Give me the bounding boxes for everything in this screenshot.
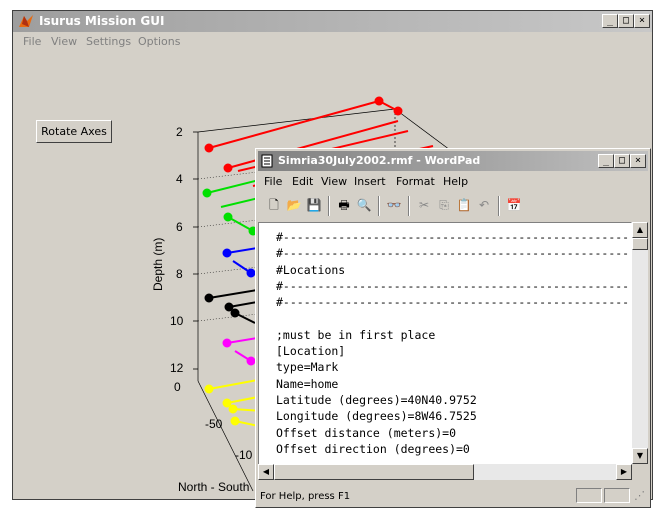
maximize-button[interactable]: □ [618,14,634,28]
wordpad-icon [261,154,274,168]
document-area[interactable]: #---------------------------------------… [258,222,632,480]
text-line: Offset distance (meters)=0 [276,425,457,440]
menu-help[interactable]: Help [443,175,468,188]
status-panel [604,488,630,503]
isurus-titlebar[interactable]: Isurus Mission GUI _ □ × [13,11,652,32]
menu-file[interactable]: File [264,175,282,188]
scroll-thumb[interactable] [632,238,648,250]
document-text[interactable]: #---------------------------------------… [276,229,632,457]
toolbar-separator [378,196,380,216]
depth-tick: 2 [176,125,183,139]
depth-tick: 4 [176,172,183,186]
resize-grip-icon[interactable]: ⋰ [634,489,645,502]
save-icon[interactable]: 💾 [304,196,324,215]
text-line: #---------------------------------------… [276,278,632,293]
open-icon[interactable]: 📂 [284,196,304,215]
minimize-button[interactable]: _ [602,14,618,28]
status-bar: For Help, press F1 ⋰ [258,487,648,505]
text-line: #---------------------------------------… [276,246,632,261]
menu-settings[interactable]: Settings [86,35,131,48]
new-icon[interactable]: 🗋 [264,196,284,215]
wordpad-window: Simria30July2002.rmf - WordPad _ □ × Fil… [255,148,651,508]
depth-tick: 12 [170,361,184,375]
text-line: type=Mark [276,360,339,375]
horizontal-scrollbar[interactable]: ◀ ▶ [258,464,632,480]
ns-axis-label: North - South [178,480,249,494]
ns-tick: 0 [174,380,181,394]
ns-tick: -10 [235,448,253,462]
copy-icon[interactable]: ⎘ [434,196,454,215]
text-line [276,310,631,326]
menu-file[interactable]: File [23,35,41,48]
window-title: Isurus Mission GUI [39,14,165,28]
menu-view[interactable]: View [321,175,347,188]
matlab-icon [18,14,34,28]
paste-icon[interactable]: 📋 [454,196,474,215]
toolbar-separator [498,196,500,216]
maximize-button[interactable]: □ [614,154,630,168]
toolbar-separator [328,196,330,216]
cut-icon[interactable]: ✂ [414,196,434,215]
menu-format[interactable]: Format [396,175,435,188]
close-button[interactable]: × [630,154,646,168]
scroll-thumb[interactable] [274,464,474,480]
find-icon[interactable]: 👓 [384,196,404,215]
status-panel [576,488,602,503]
vertical-scrollbar[interactable]: ▲ ▼ [632,222,648,480]
depth-axis-label: Depth (m) [151,238,165,291]
print-icon[interactable]: 🖶 [334,196,354,215]
text-line: Offset direction (degrees)=0 [276,441,470,456]
text-line: Name=home [276,376,339,391]
minimize-button[interactable]: _ [598,154,614,168]
menu-insert[interactable]: Insert [354,175,386,188]
wordpad-menubar: File Edit View Insert Format Help [258,173,648,190]
text-line: #Locations [276,262,346,277]
text-line: #---------------------------------------… [276,230,632,244]
text-line: [Location] [276,344,346,359]
menu-options[interactable]: Options [138,35,180,48]
menubar: File View Settings Options [13,32,652,51]
wordpad-titlebar[interactable]: Simria30July2002.rmf - WordPad _ □ × [258,151,648,171]
menu-edit[interactable]: Edit [292,175,313,188]
text-line: ;must be in first place [276,327,436,342]
scroll-down-icon[interactable]: ▼ [632,448,648,464]
wordpad-title: Simria30July2002.rmf - WordPad [278,154,481,167]
ns-tick: -50 [205,417,223,431]
menu-view[interactable]: View [51,35,77,48]
wordpad-toolbar: 🗋 📂 💾 🖶 🔍 👓 ✂ ⎘ 📋 ↶ 📅 [258,192,648,219]
scroll-up-icon[interactable]: ▲ [632,222,648,238]
scroll-right-icon[interactable]: ▶ [616,464,632,480]
depth-tick: 10 [170,314,184,328]
toolbar-separator [408,196,410,216]
undo-icon[interactable]: ↶ [474,196,494,215]
depth-tick: 6 [176,220,183,234]
datetime-icon[interactable]: 📅 [504,196,524,215]
scroll-corner [632,464,648,480]
text-line: #---------------------------------------… [276,295,632,310]
scroll-left-icon[interactable]: ◀ [258,464,274,480]
depth-tick: 8 [176,267,183,281]
close-button[interactable]: × [634,14,650,28]
text-line: Latitude (degrees)=40N40.9752 [276,392,477,407]
text-line: Longitude (degrees)=8W46.7525 [276,409,477,424]
status-text: For Help, press F1 [260,491,351,502]
print-preview-icon[interactable]: 🔍 [354,196,374,215]
